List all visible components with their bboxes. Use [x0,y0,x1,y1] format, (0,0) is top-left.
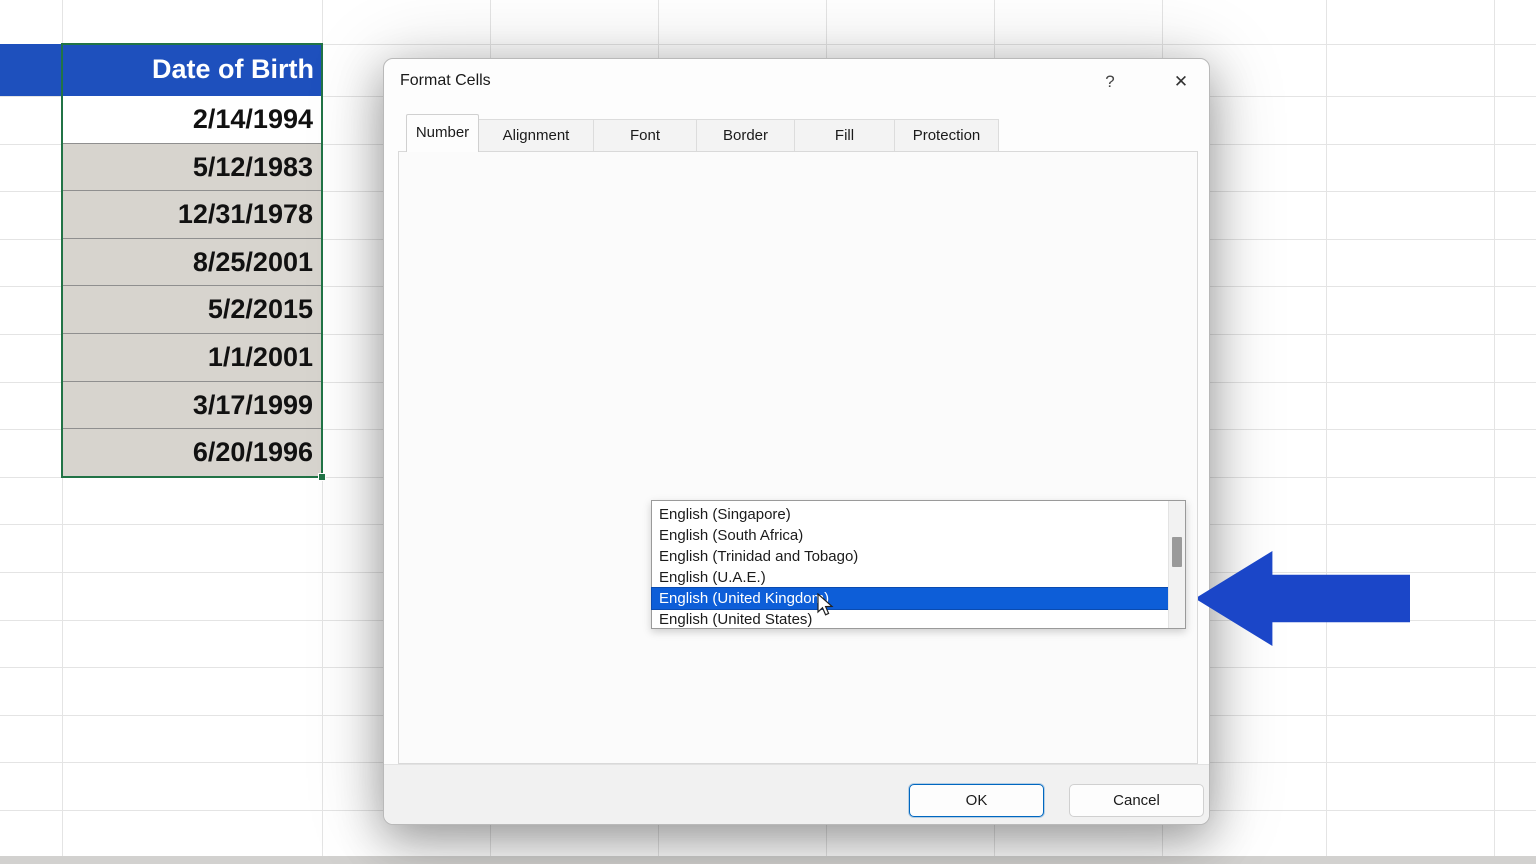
locale-option-trinidad[interactable]: English (Trinidad and Tobago) [652,546,1168,567]
dialog-tabbar: Number Alignment Font Border Fill Protec… [406,116,999,152]
sheet-bottom-band [0,856,1536,864]
gridline [322,0,323,856]
mouse-cursor-icon [817,593,834,622]
dialog-footer: OK Cancel [384,764,1209,824]
tab-font[interactable]: Font [594,119,697,152]
cancel-button[interactable]: Cancel [1069,784,1204,817]
locale-option-uae[interactable]: English (U.A.E.) [652,567,1168,588]
selection-fill-handle[interactable] [318,473,326,481]
close-icon[interactable]: ✕ [1166,68,1196,96]
date-cell[interactable]: 3/17/1999 [62,382,322,430]
number-tab-page [398,151,1198,764]
date-cell[interactable]: 5/12/1983 [62,144,322,192]
date-cell[interactable]: 5/2/2015 [62,286,322,334]
column-header-date-of-birth[interactable]: Date of Birth [62,44,322,96]
tab-protection[interactable]: Protection [895,119,999,152]
gridline [1494,0,1495,856]
locale-option-list: English (Singapore) English (South Afric… [651,500,1186,629]
ok-button[interactable]: OK [909,784,1044,817]
tab-alignment[interactable]: Alignment [479,119,594,152]
date-cell[interactable]: 1/1/2001 [62,334,322,382]
date-cell[interactable]: 8/25/2001 [62,239,322,287]
help-icon[interactable]: ? [1098,70,1122,94]
tab-number[interactable]: Number [406,114,479,152]
locale-option-united-states[interactable]: English (United States) [652,609,1168,630]
date-cell[interactable]: 12/31/1978 [62,191,322,239]
scrollbar-thumb[interactable] [1172,537,1182,567]
tab-fill[interactable]: Fill [795,119,895,152]
dialog-title: Format Cells [400,72,491,90]
format-cells-dialog: Format Cells ? ✕ Number Alignment Font B… [383,58,1210,825]
gridline [1326,0,1327,856]
locale-option-singapore[interactable]: English (Singapore) [652,504,1168,525]
date-cell[interactable]: 6/20/1996 [62,429,322,477]
header-cell-left[interactable] [0,44,62,96]
locale-list-scrollbar[interactable] [1168,501,1185,628]
date-cell[interactable]: 2/14/1994 [62,96,322,144]
tab-border[interactable]: Border [697,119,795,152]
locale-option-united-kingdom[interactable]: English (United Kingdom) [652,588,1168,609]
locale-option-south-africa[interactable]: English (South Africa) [652,525,1168,546]
